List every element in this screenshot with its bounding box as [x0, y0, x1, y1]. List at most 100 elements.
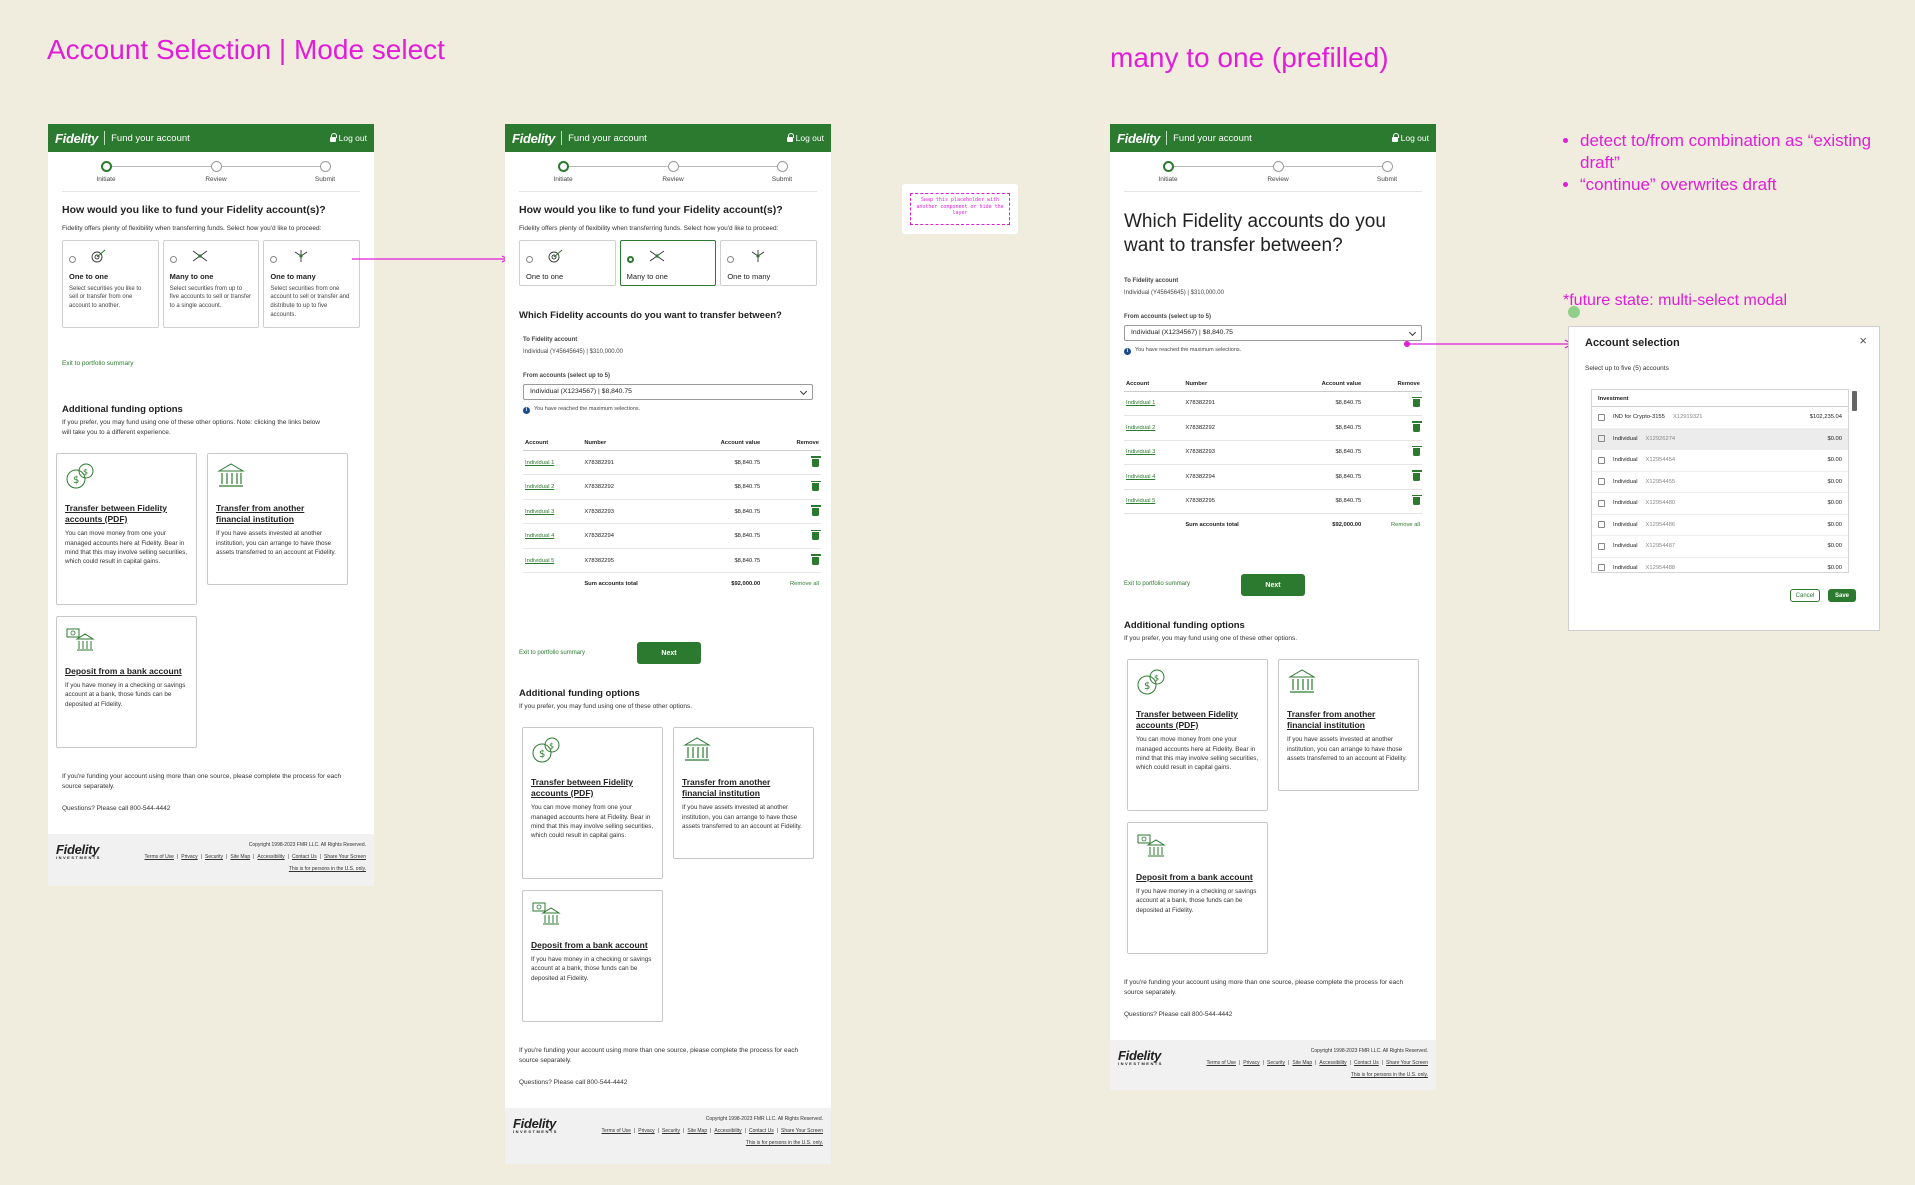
trash-icon[interactable] [1411, 470, 1422, 481]
trash-icon[interactable] [1411, 494, 1422, 506]
list-scrollbar[interactable] [1852, 391, 1857, 411]
footer-link[interactable]: Terms of Use [1207, 1060, 1236, 1066]
checkbox[interactable] [1598, 456, 1605, 464]
remove-all-link[interactable]: Remove all [1391, 522, 1420, 528]
list-item[interactable]: Individual X12954487 $0.00 [1592, 536, 1848, 558]
account-link[interactable]: Individual 3 [1126, 449, 1155, 455]
account-link[interactable]: Individual 2 [525, 484, 554, 490]
exit-portfolio-link[interactable]: Exit to portfolio summary [1124, 581, 1190, 587]
us-only-note[interactable]: This is for persons in the U.S. only. [746, 1140, 823, 1146]
card-transfer-between[interactable]: $ $ Transfer between Fidelity accounts (P… [56, 453, 197, 605]
card-transfer-institution[interactable]: Transfer from another financial institut… [673, 727, 814, 859]
card-title[interactable]: Transfer between Fidelity accounts (PDF) [531, 777, 654, 799]
next-button[interactable]: Next [1241, 574, 1305, 596]
logout-button[interactable]: Log out [1391, 133, 1429, 143]
exit-portfolio-link[interactable]: Exit to portfolio summary [519, 650, 585, 656]
exit-portfolio-link[interactable]: Exit to portfolio summary [62, 360, 134, 367]
logout-button[interactable]: Log out [329, 133, 367, 143]
checkbox[interactable] [1598, 564, 1605, 572]
footer-link[interactable]: Site Map [230, 854, 250, 860]
card-title[interactable]: Deposit from a bank account [1136, 872, 1259, 883]
card-transfer-institution[interactable]: Transfer from another financial institut… [1278, 659, 1419, 791]
trash-icon[interactable] [810, 480, 821, 491]
close-icon[interactable]: × [1859, 333, 1867, 348]
fidelity-logo[interactable]: Fidelity [512, 131, 555, 146]
footer-link[interactable]: Contact Us [292, 854, 317, 860]
checkbox[interactable] [1598, 478, 1605, 486]
footer-link[interactable]: Security [662, 1128, 680, 1134]
footer-link[interactable]: Accessibility [1319, 1060, 1346, 1066]
footer-link[interactable]: Security [205, 854, 223, 860]
footer-link[interactable]: Terms of Use [145, 854, 174, 860]
checkbox[interactable] [1598, 435, 1605, 443]
us-only-note[interactable]: This is for persons in the U.S. only. [1351, 1072, 1428, 1078]
footer-link[interactable]: Site Map [1292, 1060, 1312, 1066]
checkbox[interactable] [1598, 413, 1605, 421]
footer-link[interactable]: Privacy [181, 854, 197, 860]
footer-link[interactable]: Contact Us [749, 1128, 774, 1134]
card-transfer-institution[interactable]: Transfer from another financial institut… [207, 453, 348, 585]
radio-one-to-one[interactable] [526, 255, 533, 263]
mode-card-many-to-one[interactable]: Many to one Select securities from up to… [162, 239, 260, 328]
trash-icon[interactable] [810, 529, 821, 540]
card-title[interactable]: Transfer between Fidelity accounts (PDF) [65, 503, 188, 525]
radio-one-to-many[interactable] [270, 255, 278, 263]
from-accounts-select[interactable]: Individual (X1234567) | $8,840.75 [523, 383, 813, 400]
next-button[interactable]: Next [637, 642, 701, 664]
list-item[interactable]: Individual X12926274 $0.00 [1592, 428, 1848, 450]
list-item[interactable]: Individual X12954454 $0.00 [1592, 450, 1848, 472]
fidelity-logo[interactable]: Fidelity [1117, 131, 1160, 146]
trash-icon[interactable] [810, 456, 821, 467]
list-item[interactable]: Individual X12954488 $0.00 [1592, 558, 1848, 573]
radio-one-to-one[interactable] [69, 255, 76, 263]
us-only-note[interactable]: This is for persons in the U.S. only. [289, 866, 366, 872]
card-title[interactable]: Transfer from another financial institut… [1287, 709, 1410, 731]
fidelity-logo[interactable]: Fidelity [55, 131, 98, 146]
footer-link[interactable]: Privacy [1243, 1060, 1259, 1066]
account-link[interactable]: Individual 1 [525, 460, 554, 466]
card-deposit-bank[interactable]: Deposit from a bank account If you have … [522, 890, 663, 1022]
mode-card-one-to-many[interactable]: One to many [720, 239, 818, 286]
footer-link[interactable]: Privacy [638, 1128, 654, 1134]
footer-link[interactable]: Site Map [687, 1128, 707, 1134]
account-link[interactable]: Individual 4 [1126, 474, 1155, 480]
footer-link[interactable]: Share Your Screen [324, 854, 366, 860]
mode-card-one-to-one[interactable]: One to one [519, 239, 616, 286]
trash-icon[interactable] [810, 505, 821, 516]
trash-icon[interactable] [1411, 421, 1422, 432]
account-link[interactable]: Individual 1 [1126, 400, 1155, 406]
footer-link[interactable]: Contact Us [1354, 1060, 1379, 1066]
list-item[interactable]: IND for Crypto-3155 X12919321 $102,235.04 [1592, 407, 1848, 429]
footer-link[interactable]: Accessibility [714, 1128, 741, 1134]
cancel-button[interactable]: Cancel [1790, 589, 1820, 602]
card-title[interactable]: Deposit from a bank account [65, 666, 188, 677]
account-link[interactable]: Individual 4 [525, 533, 554, 539]
list-item[interactable]: Individual X12954480 $0.00 [1592, 493, 1848, 515]
checkbox[interactable] [1598, 499, 1605, 507]
checkbox[interactable] [1598, 521, 1605, 529]
trash-icon[interactable] [1411, 396, 1422, 408]
radio-many-to-one[interactable] [626, 255, 634, 263]
footer-link[interactable]: Security [1267, 1060, 1285, 1066]
card-title[interactable]: Transfer from another financial institut… [682, 777, 805, 799]
card-deposit-bank[interactable]: Deposit from a bank account If you have … [56, 616, 197, 748]
list-item[interactable]: Individual X12954486 $0.00 [1592, 515, 1848, 536]
account-link[interactable]: Individual 5 [1126, 498, 1155, 504]
account-link[interactable]: Individual 2 [1126, 425, 1155, 431]
account-list[interactable]: Investment IND for Crypto-3155 X12919321 $… [1591, 389, 1849, 573]
card-title[interactable]: Deposit from a bank account [531, 940, 654, 951]
card-title[interactable]: Transfer from another financial institut… [216, 503, 339, 525]
mode-card-many-to-one[interactable]: Many to one [619, 239, 717, 286]
card-deposit-bank[interactable]: Deposit from a bank account If you have … [1127, 822, 1268, 954]
from-accounts-select[interactable]: Individual (X1234567) | $8,840.75 [1124, 324, 1422, 341]
trash-icon[interactable] [810, 554, 821, 565]
account-link[interactable]: Individual 5 [525, 558, 554, 564]
mode-card-one-to-many[interactable]: One to many Select securities from one a… [263, 239, 361, 328]
list-item[interactable]: Individual X12954455 $0.00 [1592, 472, 1848, 493]
mode-card-one-to-one[interactable]: One to one Select securities you like to… [62, 239, 159, 328]
footer-link[interactable]: Share Your Screen [1386, 1060, 1428, 1066]
radio-many-to-one[interactable] [169, 255, 177, 263]
radio-one-to-many[interactable] [727, 255, 735, 263]
footer-link[interactable]: Accessibility [257, 854, 284, 860]
save-button[interactable]: Save [1828, 589, 1856, 602]
